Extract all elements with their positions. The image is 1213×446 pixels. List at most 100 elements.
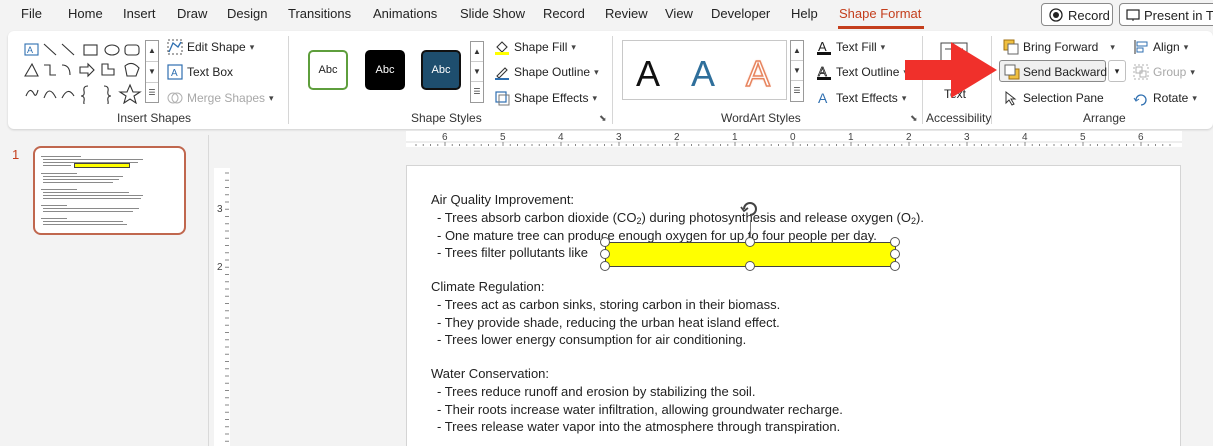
ruler-label: 0 [790,132,796,143]
selection-pane-button[interactable]: Selection Pane [1003,88,1104,108]
ruler-label: 1 [848,132,854,143]
scroll-down-icon[interactable]: ▼ [791,61,803,81]
shape-fill-button[interactable]: Shape Fill ▾ [494,37,576,57]
thumbnail-text-line [43,176,123,177]
rotate-handle-icon[interactable] [739,198,761,220]
align-button[interactable]: Align ▾ [1133,37,1188,57]
ruler-label: 5 [500,132,506,143]
slide-thumbnail-1[interactable] [33,146,186,235]
section-heading: Climate Regulation: [431,279,545,294]
menu-draw[interactable]: Draw [177,6,207,21]
wordart-style-orange[interactable]: A [745,52,771,95]
shape-effects-button[interactable]: Shape Effects ▾ [494,88,597,108]
send-backward-icon [1004,64,1020,80]
shapes-gallery[interactable]: A [22,40,144,107]
accessibility-group-label: Accessibility [926,111,992,125]
group-label: Group [1153,65,1187,79]
resize-handle-bottom[interactable] [745,261,755,271]
menu-design[interactable]: Design [227,6,267,21]
shape-fill-caret-icon: ▾ [571,41,576,52]
menu-review[interactable]: Review [605,6,648,21]
scroll-down-icon[interactable]: ▼ [146,62,158,83]
shape-style-swatch-3[interactable]: Abc [421,50,461,90]
gallery-more-icon[interactable]: ☰ [791,81,803,101]
gallery-more-icon[interactable]: ☰ [471,82,483,102]
text-outline-button[interactable]: A Text Outline▾ [816,62,908,82]
record-button[interactable]: Record [1041,3,1113,26]
panel-divider[interactable] [208,135,209,446]
shape-style-swatch-2[interactable]: Abc [365,50,405,90]
wordart-style-black[interactable]: A [636,53,660,95]
align-caret-icon: ▾ [1183,41,1189,52]
text-box-label: Text Box [187,65,234,79]
rotate-button[interactable]: Rotate ▾ [1133,88,1197,108]
bullet-line: - Trees filter pollutants like [437,245,589,260]
menu-insert[interactable]: Insert [123,6,156,21]
menu-transitions[interactable]: Transitions [288,6,351,21]
menu-file[interactable]: File [21,6,42,21]
group-icon [1133,64,1149,80]
resize-handle-left[interactable] [600,249,610,259]
rotate-icon [1133,94,1147,106]
scroll-up-icon[interactable]: ▲ [146,41,158,62]
text-box-button[interactable]: A Text Box [167,62,233,82]
thumbnail-text-line [43,179,119,180]
shape-effects-caret-icon: ▾ [592,92,598,103]
horizontal-ruler[interactable]: 6 5 4 3 2 1 0 1 2 3 4 5 6 [406,131,1182,147]
wordart-scroll[interactable]: ▲ ▼ ☰ [790,40,804,102]
scroll-up-icon[interactable]: ▲ [471,42,483,62]
resize-handle-top-left[interactable] [600,237,610,247]
scroll-up-icon[interactable]: ▲ [791,41,803,61]
merge-shapes-button[interactable]: Merge Shapes ▾ [167,88,274,108]
menu-help[interactable]: Help [791,6,818,21]
menu-developer[interactable]: Developer [711,6,770,21]
ruler-label: 6 [442,132,448,143]
dialog-launcher-icon[interactable]: ⬊ [599,113,607,124]
wordart-gallery[interactable]: A A A [622,40,787,100]
menu-home[interactable]: Home [68,6,103,21]
bring-forward-caret-icon[interactable]: ▾ [1110,42,1115,53]
selection-pane-label: Selection Pane [1023,91,1104,105]
text-outline-label: Text Outline [836,65,900,79]
send-backward-dropdown[interactable]: ▾ [1108,60,1126,82]
menu-animations[interactable]: Animations [373,6,437,21]
resize-handle-bottom-right[interactable] [890,261,900,271]
svg-text:A: A [818,64,827,79]
svg-text:A: A [27,45,33,55]
ruler-label: 3 [217,204,223,215]
shape-styles-scroll[interactable]: ▲ ▼ ☰ [470,41,484,103]
thumbnail-text-line [43,211,133,212]
shapes-gallery-scroll[interactable]: ▲ ▼ ☰ [145,40,159,103]
resize-handle-top[interactable] [745,237,755,247]
menu-record[interactable]: Record [543,6,585,21]
send-backward-button[interactable]: Send Backward [999,60,1107,82]
align-icon [1134,40,1148,54]
dialog-launcher-icon[interactable]: ⬊ [910,113,918,124]
record-button-label: Record [1068,8,1110,23]
menu-shape-format[interactable]: Shape Format [839,6,921,21]
gallery-more-icon[interactable]: ☰ [146,83,158,104]
resize-handle-bottom-left[interactable] [600,261,610,271]
scroll-down-icon[interactable]: ▼ [471,62,483,82]
menu-view[interactable]: View [665,6,693,21]
resize-handle-top-right[interactable] [890,237,900,247]
wordart-style-blue[interactable]: A [691,53,715,95]
text-fill-button[interactable]: A Text Fill ▾ [816,37,885,57]
shape-style-swatch-1[interactable]: Abc [308,50,348,90]
thumbnail-text-line [43,221,123,222]
ruler-label: 3 [616,132,622,143]
shape-outline-button[interactable]: Shape Outline ▾ [494,62,599,82]
bring-forward-button[interactable]: Bring Forward ▾ [1003,37,1115,57]
ruler-label: 4 [1022,132,1028,143]
present-icon [1126,9,1140,21]
present-in-teams-button[interactable]: Present in Te [1119,3,1213,26]
bullet-line: - Trees lower energy consumption for air… [437,332,747,347]
bullet-line: - Trees act as carbon sinks, storing car… [437,297,781,312]
group-button[interactable]: Group ▾ [1133,62,1195,82]
text-effects-button[interactable]: A Text Effects ▾ [816,88,906,108]
vertical-ruler[interactable]: 3 2 [214,168,230,446]
edit-shape-button[interactable]: Edit Shape ▾ [167,37,254,57]
thumbnail-text-line [43,198,141,199]
menu-slide-show[interactable]: Slide Show [460,6,525,21]
resize-handle-right[interactable] [890,249,900,259]
